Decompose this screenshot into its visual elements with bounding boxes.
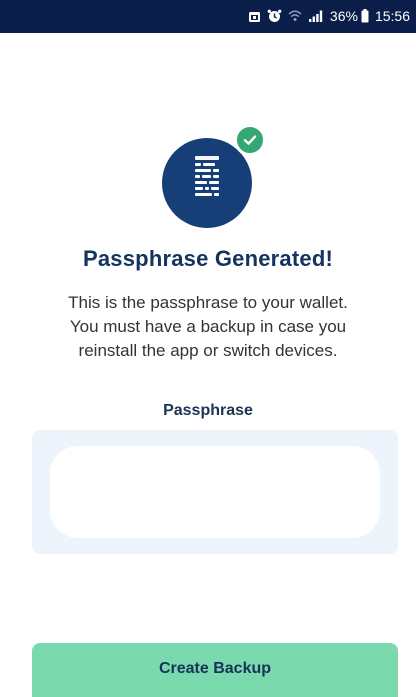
wifi-icon — [288, 9, 302, 23]
signal-icon — [308, 9, 324, 23]
check-badge — [234, 124, 266, 156]
battery-icon — [361, 9, 369, 23]
passphrase-box — [32, 430, 398, 554]
passphrase-label: Passphrase — [163, 402, 253, 419]
create-backup-label: Create Backup — [158, 659, 272, 677]
check-icon — [243, 135, 257, 145]
alarm-icon — [267, 9, 282, 23]
page-title: Passphrase Generated! — [83, 246, 333, 271]
status-bar-right: 36% 15:56 — [248, 6, 410, 26]
create-backup-button[interactable]: Create Backup — [32, 643, 398, 697]
calendar-icon — [248, 10, 261, 23]
description-line: reinstall the app or switch devices. — [78, 341, 338, 360]
status-time: 15:56 — [374, 8, 410, 24]
battery-percent: 36% — [329, 8, 358, 24]
passphrase-hero — [162, 124, 268, 228]
battery-status: 36% — [330, 6, 369, 26]
description-line: You must have a backup in case you — [69, 317, 347, 336]
passphrase-value — [50, 446, 380, 538]
description-text: This is the passphrase to your wallet. Y… — [40, 291, 376, 363]
description-line: This is the passphrase to your wallet. — [68, 293, 348, 312]
status-bar: 36% 15:56 — [0, 0, 416, 33]
